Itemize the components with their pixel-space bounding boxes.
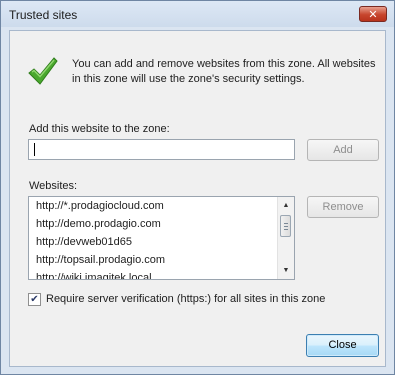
checkbox-check-icon: ✔ (30, 294, 39, 305)
zone-info-text: You can add and remove websites from thi… (72, 58, 376, 85)
thumb-grip (284, 223, 288, 224)
add-website-input[interactable] (28, 139, 295, 160)
checkmark-icon (28, 57, 58, 85)
add-button[interactable]: Add (307, 139, 379, 161)
dialog-body: You can add and remove websites from thi… (9, 30, 386, 367)
websites-label: Websites: (29, 180, 78, 192)
window-close-button[interactable]: ✕ (359, 6, 387, 22)
trusted-sites-dialog: Trusted sites ✕ You can add and remove w… (0, 0, 395, 375)
website-item[interactable]: http://devweb01d65 (29, 233, 275, 251)
website-item[interactable]: http://demo.prodagio.com (29, 215, 275, 233)
require-verification-checkbox[interactable]: ✔ (28, 293, 41, 306)
remove-button[interactable]: Remove (307, 196, 379, 218)
website-item[interactable]: http://wiki.imagitek.local (29, 269, 275, 279)
thumb-grip (284, 226, 288, 227)
scroll-down-arrow-icon[interactable]: ▼ (278, 262, 294, 279)
add-website-label: Add this website to the zone: (29, 123, 170, 135)
text-caret (34, 143, 35, 156)
scroll-thumb[interactable] (280, 215, 291, 237)
dialog-title: Trusted sites (9, 8, 78, 22)
title-bar[interactable]: Trusted sites ✕ (1, 1, 394, 27)
website-item[interactable]: http://*.prodagiocloud.com (29, 197, 275, 215)
websites-list-items: http://*.prodagiocloud.com http://demo.p… (29, 197, 275, 279)
thumb-grip (284, 229, 288, 230)
websites-scrollbar[interactable]: ▲ ▼ (277, 197, 294, 279)
require-verification-label[interactable]: Require server verification (https:) for… (46, 293, 325, 305)
scroll-up-arrow-icon[interactable]: ▲ (278, 197, 294, 214)
close-icon: ✕ (368, 9, 378, 21)
website-item[interactable]: http://topsail.prodagio.com (29, 251, 275, 269)
close-button[interactable]: Close (306, 334, 379, 357)
websites-list[interactable]: http://*.prodagiocloud.com http://demo.p… (28, 196, 295, 280)
